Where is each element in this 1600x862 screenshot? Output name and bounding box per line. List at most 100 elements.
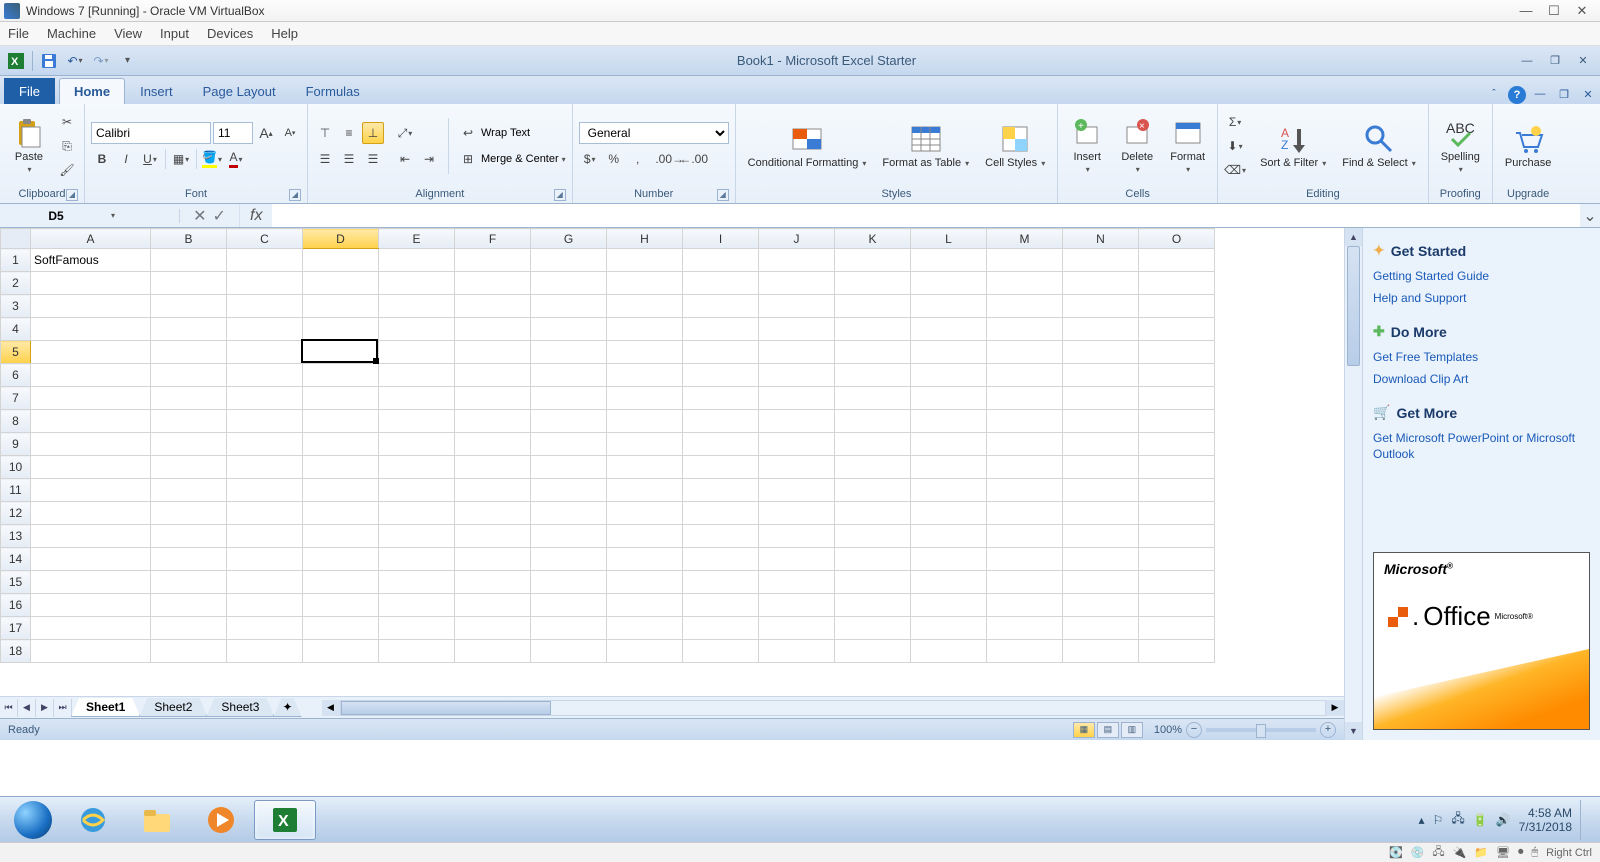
row-header-15[interactable]: 15 bbox=[1, 571, 31, 594]
row-header-13[interactable]: 13 bbox=[1, 525, 31, 548]
cell-M8[interactable] bbox=[987, 410, 1063, 433]
view-page-break-icon[interactable]: ▥ bbox=[1121, 722, 1143, 738]
cell-K13[interactable] bbox=[835, 525, 911, 548]
cell-E7[interactable] bbox=[379, 387, 455, 410]
cell-N17[interactable] bbox=[1063, 617, 1139, 640]
cell-O10[interactable] bbox=[1139, 456, 1215, 479]
vb-indicator-usb-icon[interactable]: 🔌 bbox=[1453, 846, 1467, 859]
cell-N18[interactable] bbox=[1063, 640, 1139, 663]
font-dialog-launcher[interactable]: ◢ bbox=[289, 189, 301, 201]
cell-O6[interactable] bbox=[1139, 364, 1215, 387]
cell-C2[interactable] bbox=[227, 272, 303, 295]
cell-E18[interactable] bbox=[379, 640, 455, 663]
cell-D5[interactable] bbox=[303, 341, 379, 364]
cell-B14[interactable] bbox=[151, 548, 227, 571]
row-header-2[interactable]: 2 bbox=[1, 272, 31, 295]
taskbar-explorer-button[interactable] bbox=[126, 800, 188, 840]
cancel-formula-icon[interactable]: ✕ bbox=[193, 206, 206, 226]
cell-A6[interactable] bbox=[31, 364, 151, 387]
cell-F18[interactable] bbox=[455, 640, 531, 663]
expand-formula-bar-icon[interactable]: ⌄ bbox=[1580, 206, 1600, 226]
cell-C6[interactable] bbox=[227, 364, 303, 387]
excel-minimize-button[interactable]: — bbox=[1516, 51, 1538, 71]
cell-H11[interactable] bbox=[607, 479, 683, 502]
cell-H12[interactable] bbox=[607, 502, 683, 525]
cell-A17[interactable] bbox=[31, 617, 151, 640]
cell-A5[interactable] bbox=[31, 341, 151, 364]
cell-D15[interactable] bbox=[303, 571, 379, 594]
cell-I1[interactable] bbox=[683, 249, 759, 272]
sheet-nav-first-icon[interactable]: ⏮ bbox=[0, 699, 18, 717]
cell-K17[interactable] bbox=[835, 617, 911, 640]
cell-O7[interactable] bbox=[1139, 387, 1215, 410]
column-header-O[interactable]: O bbox=[1139, 229, 1215, 249]
cell-E16[interactable] bbox=[379, 594, 455, 617]
column-header-I[interactable]: I bbox=[683, 229, 759, 249]
name-box-input[interactable] bbox=[6, 209, 106, 223]
column-header-D[interactable]: D bbox=[303, 229, 379, 249]
cell-F10[interactable] bbox=[455, 456, 531, 479]
cell-K1[interactable] bbox=[835, 249, 911, 272]
cell-M17[interactable] bbox=[987, 617, 1063, 640]
cell-D10[interactable] bbox=[303, 456, 379, 479]
new-sheet-button[interactable]: ✦ bbox=[273, 698, 301, 717]
cell-N15[interactable] bbox=[1063, 571, 1139, 594]
vb-indicator-shared-icon[interactable]: 📁 bbox=[1474, 846, 1488, 859]
cell-G1[interactable] bbox=[531, 249, 607, 272]
cell-D8[interactable] bbox=[303, 410, 379, 433]
doc-restore-button[interactable]: ❐ bbox=[1554, 84, 1574, 104]
cell-J10[interactable] bbox=[759, 456, 835, 479]
hscroll-track[interactable] bbox=[340, 700, 1326, 716]
save-icon[interactable] bbox=[39, 51, 59, 71]
cell-J18[interactable] bbox=[759, 640, 835, 663]
cell-A16[interactable] bbox=[31, 594, 151, 617]
cell-H4[interactable] bbox=[607, 318, 683, 341]
clipboard-dialog-launcher[interactable]: ◢ bbox=[66, 189, 78, 201]
cell-B2[interactable] bbox=[151, 272, 227, 295]
cell-D2[interactable] bbox=[303, 272, 379, 295]
cell-B10[interactable] bbox=[151, 456, 227, 479]
cell-M16[interactable] bbox=[987, 594, 1063, 617]
cell-B9[interactable] bbox=[151, 433, 227, 456]
column-header-A[interactable]: A bbox=[31, 229, 151, 249]
tab-insert[interactable]: Insert bbox=[125, 78, 188, 104]
format-as-table-button[interactable]: Format as Table ▾ bbox=[876, 121, 975, 172]
tab-file[interactable]: File bbox=[4, 78, 55, 104]
vb-indicator-hdd-icon[interactable]: 💽 bbox=[1389, 846, 1403, 859]
cell-F12[interactable] bbox=[455, 502, 531, 525]
cell-C5[interactable] bbox=[227, 341, 303, 364]
tab-formulas[interactable]: Formulas bbox=[291, 78, 375, 104]
cell-G6[interactable] bbox=[531, 364, 607, 387]
view-normal-icon[interactable]: ▦ bbox=[1073, 722, 1095, 738]
cell-D7[interactable] bbox=[303, 387, 379, 410]
cell-E14[interactable] bbox=[379, 548, 455, 571]
cell-H3[interactable] bbox=[607, 295, 683, 318]
cell-E1[interactable] bbox=[379, 249, 455, 272]
cell-O4[interactable] bbox=[1139, 318, 1215, 341]
cell-M18[interactable] bbox=[987, 640, 1063, 663]
cell-I8[interactable] bbox=[683, 410, 759, 433]
cell-K3[interactable] bbox=[835, 295, 911, 318]
cell-D17[interactable] bbox=[303, 617, 379, 640]
find-select-button[interactable]: Find & Select ▾ bbox=[1336, 121, 1422, 172]
tray-show-hidden-icon[interactable]: ▴ bbox=[1419, 813, 1425, 827]
cell-E3[interactable] bbox=[379, 295, 455, 318]
decrease-decimal-icon[interactable]: ←.00 bbox=[683, 148, 705, 170]
cell-G10[interactable] bbox=[531, 456, 607, 479]
cell-N11[interactable] bbox=[1063, 479, 1139, 502]
cell-G5[interactable] bbox=[531, 341, 607, 364]
cell-K4[interactable] bbox=[835, 318, 911, 341]
cell-B3[interactable] bbox=[151, 295, 227, 318]
cell-I18[interactable] bbox=[683, 640, 759, 663]
cell-J16[interactable] bbox=[759, 594, 835, 617]
cell-C15[interactable] bbox=[227, 571, 303, 594]
cell-A12[interactable] bbox=[31, 502, 151, 525]
cell-M12[interactable] bbox=[987, 502, 1063, 525]
vb-menu-view[interactable]: View bbox=[114, 26, 142, 41]
column-header-J[interactable]: J bbox=[759, 229, 835, 249]
redo-icon[interactable]: ↷▾ bbox=[91, 51, 111, 71]
sheet-nav-last-icon[interactable]: ⏭ bbox=[54, 699, 72, 717]
cell-N4[interactable] bbox=[1063, 318, 1139, 341]
cell-E10[interactable] bbox=[379, 456, 455, 479]
cell-L14[interactable] bbox=[911, 548, 987, 571]
